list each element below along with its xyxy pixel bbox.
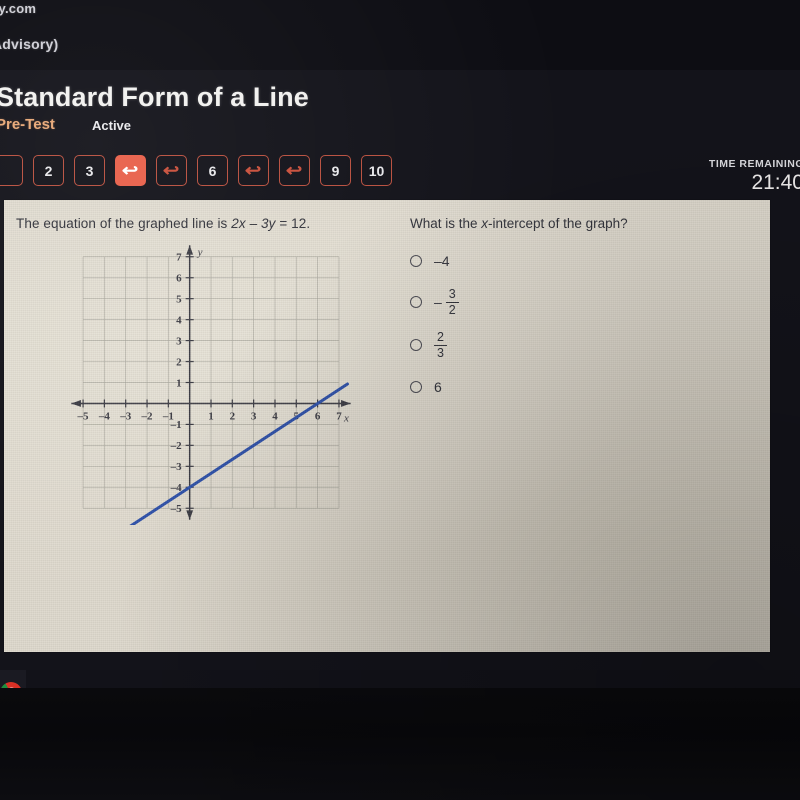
question-navigation-bar: 2 3 ↩ ↩ 6 ↩ ↩ 9 10 (0, 155, 392, 186)
equation-term-b: 3y (261, 216, 276, 231)
answer-choice-c[interactable]: 23 (410, 331, 750, 360)
svg-text:2: 2 (230, 410, 236, 422)
fraction-c: 23 (434, 331, 447, 360)
svg-text:4: 4 (272, 410, 278, 422)
fraction-b: 32 (445, 287, 459, 318)
question-stem: The equation of the graphed line is 2x –… (16, 216, 310, 231)
question-nav-button-3[interactable]: 3 (74, 155, 105, 186)
flag-arrow-icon: ↩ (122, 161, 139, 180)
question-nav-button-10[interactable]: 10 (361, 155, 392, 186)
question-nav-label: 10 (368, 162, 385, 179)
radio-button-c[interactable] (410, 339, 422, 352)
radio-button-b[interactable] (410, 296, 422, 309)
status-badge: Active (92, 118, 132, 133)
test-type-label: Pre-Test (0, 116, 55, 133)
question-prompt: What is the x-intercept of the graph? (410, 216, 750, 231)
flag-arrow-icon: ↩ (163, 161, 180, 180)
url-fragment-text: ty.com (0, 1, 37, 16)
svg-text:–4: –4 (98, 410, 111, 422)
answer-choice-label-a: –4 (434, 253, 450, 269)
answer-choice-label-c: 23 (434, 331, 447, 360)
question-nav-button-9[interactable]: 9 (320, 155, 351, 186)
prompt-prefix: What is the (410, 216, 482, 231)
time-remaining: TIME REMAINING 21:40 (709, 158, 800, 195)
svg-text:5: 5 (176, 293, 182, 305)
equation-term-a: 2x (231, 216, 246, 231)
question-nav-button-4[interactable]: ↩ (115, 155, 146, 186)
negative-sign: – (434, 294, 442, 311)
breadcrumb-fragment-text: Advisory) (0, 36, 59, 52)
prompt-suffix: -intercept of the graph? (488, 216, 628, 231)
browser-chrome-band (0, 0, 800, 70)
time-remaining-label: TIME REMAINING (708, 158, 800, 170)
flag-arrow-icon: ↩ (286, 161, 303, 180)
svg-text:1: 1 (208, 410, 214, 422)
answer-column: What is the x-intercept of the graph? –4… (410, 216, 750, 414)
time-remaining-value: 21:40 (751, 171, 800, 194)
answer-choice-label-b: –3 2 (434, 288, 459, 317)
radio-button-a[interactable] (410, 255, 422, 267)
question-nav-button-5[interactable]: ↩ (156, 155, 187, 186)
svg-text:1: 1 (176, 377, 182, 389)
question-nav-button-8[interactable]: ↩ (279, 155, 310, 186)
flag-arrow-icon: ↩ (245, 161, 262, 180)
question-nav-button-2[interactable]: 2 (33, 155, 64, 186)
answer-choices: –4–3 2 2 3 6 (410, 248, 750, 400)
svg-text:3: 3 (251, 410, 257, 422)
grid-lines (82, 256, 340, 509)
question-nav-button-7[interactable]: ↩ (238, 155, 269, 186)
radio-button-d[interactable] (410, 380, 422, 393)
question-nav-label: 9 (331, 162, 340, 179)
svg-text:–2: –2 (141, 410, 154, 422)
fraction-numerator: 3 (448, 287, 456, 301)
question-nav-label: 2 (44, 162, 53, 179)
svg-text:3: 3 (176, 335, 182, 347)
question-card: The equation of the graphed line is 2x –… (4, 200, 774, 800)
svg-text:–5: –5 (170, 503, 183, 515)
svg-text:2: 2 (176, 356, 182, 368)
question-nav-button-1[interactable] (0, 155, 23, 186)
svg-text:7: 7 (336, 410, 342, 422)
svg-text:6: 6 (315, 410, 321, 422)
laptop-screen: ty.com Advisory) Standard Form of a Line… (0, 0, 800, 800)
y-axis-label: y (197, 247, 203, 259)
photograph-of-screen: ty.com Advisory) Standard Form of a Line… (0, 0, 800, 800)
svg-text:–5: –5 (77, 410, 90, 422)
coordinate-graph: –5–4–3–2–11234567–5–4–3–2–11234567 x y (66, 240, 356, 525)
graph-svg: –5–4–3–2–11234567–5–4–3–2–11234567 x y (71, 245, 351, 525)
x-axis-label: x (343, 412, 349, 424)
question-nav-label: 6 (208, 162, 217, 179)
equation-equals: = 12. (275, 216, 311, 231)
answer-choice-label-d: 6 (434, 378, 442, 395)
answer-choice-d[interactable]: 6 (410, 374, 750, 400)
svg-text:–3: –3 (170, 461, 183, 473)
page-title: Standard Form of a Line (0, 82, 309, 112)
question-nav-button-6[interactable]: 6 (197, 155, 228, 186)
question-nav-label: 3 (85, 162, 94, 179)
plotted-line (129, 382, 349, 525)
svg-text:6: 6 (176, 273, 182, 285)
answer-choice-b[interactable]: –3 2 (410, 288, 750, 317)
desk-background (0, 688, 800, 800)
svg-text:–2: –2 (170, 440, 183, 452)
equation-operator: – (245, 216, 262, 231)
question-stem-prefix: The equation of the graphed line is (16, 216, 232, 231)
fraction-numerator: 2 (437, 329, 444, 344)
answer-choice-a[interactable]: –4 (410, 248, 750, 274)
fraction-denominator: 3 (437, 345, 444, 360)
svg-text:–1: –1 (170, 419, 182, 431)
fraction-denominator: 2 (448, 303, 456, 318)
svg-text:–3: –3 (119, 410, 131, 422)
svg-text:7: 7 (176, 252, 182, 264)
svg-text:4: 4 (176, 314, 182, 326)
